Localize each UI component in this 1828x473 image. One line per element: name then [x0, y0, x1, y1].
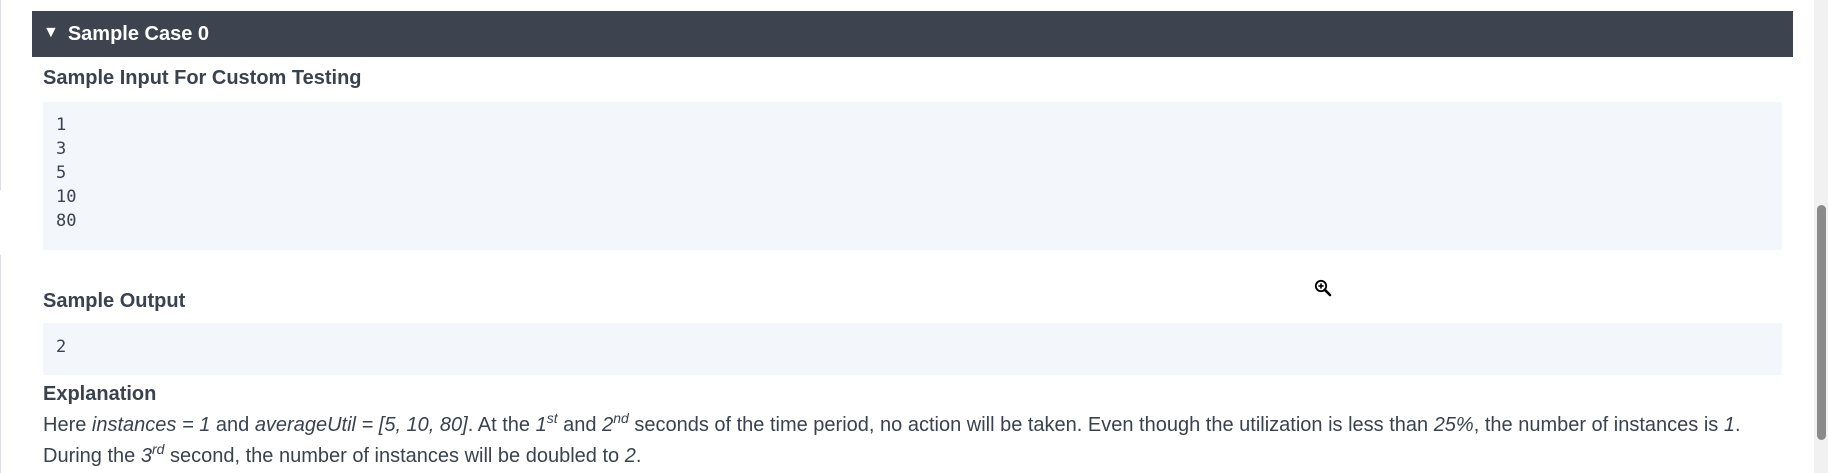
explanation-variable: instances = 1 — [91, 414, 211, 436]
ordinal-suffix: st — [546, 410, 558, 426]
input-line: 3 — [56, 139, 67, 159]
sample-case-section: ▼ Sample Case 0 Sample Input For Custom … — [32, 11, 1793, 472]
input-line: 10 — [56, 187, 77, 207]
explanation-fragment: . — [635, 445, 642, 467]
zoom-in-icon — [1314, 279, 1332, 297]
explanation-fragment: Here — [43, 414, 92, 436]
problem-statement-page: ▼ Sample Case 0 Sample Input For Custom … — [0, 0, 1828, 473]
sample-output-heading: Sample Output — [43, 290, 186, 312]
explanation-variable: 1 — [1723, 414, 1735, 436]
sample-input-block: 1 3 5 10 80 — [43, 102, 1782, 250]
explanation-variable: 2 — [624, 445, 636, 467]
explanation-fragment: seconds of the time period, no action wi… — [628, 414, 1434, 436]
input-line: 1 — [56, 115, 67, 135]
sample-output-block: 2 — [43, 323, 1782, 375]
explanation-variable: averageUtil = [5, 10, 80] — [254, 414, 468, 436]
sample-case-toggle[interactable]: ▼ Sample Case 0 — [32, 11, 1793, 57]
explanation-number: 2 — [602, 414, 614, 436]
output-line: 2 — [56, 337, 67, 357]
vertical-scrollbar[interactable] — [1814, 0, 1828, 473]
left-edge-divider — [0, 0, 1, 190]
explanation-text: Here instances = 1 and averageUtil = [5,… — [43, 410, 1793, 472]
explanation-heading: Explanation — [43, 383, 157, 405]
input-line: 80 — [56, 211, 77, 231]
left-edge-divider — [0, 255, 1, 473]
input-line: 5 — [56, 163, 67, 183]
explanation-fragment: . At the — [467, 414, 536, 436]
ordinal-suffix: rd — [151, 441, 165, 457]
ordinal-suffix: nd — [613, 410, 629, 426]
sample-input-heading: Sample Input For Custom Testing — [43, 67, 362, 89]
explanation-fragment: , the number of instances is — [1473, 414, 1724, 436]
sample-case-title: Sample Case 0 — [67, 22, 210, 45]
scrollbar-thumb[interactable] — [1817, 205, 1826, 440]
explanation-number: 1 — [535, 414, 547, 436]
explanation-variable: 25% — [1433, 414, 1474, 436]
triangle-down-icon: ▼ — [43, 24, 59, 41]
explanation-fragment: and — [557, 414, 603, 436]
explanation-number: 3 — [140, 445, 152, 467]
explanation-fragment: second, the number of instances will be … — [164, 445, 625, 467]
explanation-fragment: and — [210, 414, 255, 436]
